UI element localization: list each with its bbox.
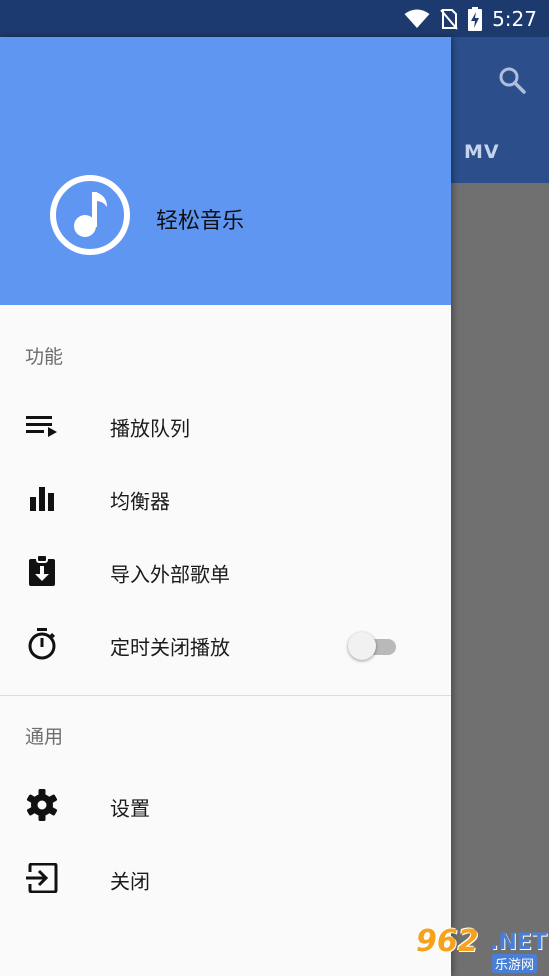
menu-item-label: 设置 (110, 796, 150, 821)
battery-charging-icon (468, 6, 483, 31)
menu-item-label: 定时关闭播放 (110, 635, 230, 660)
search-icon[interactable] (497, 65, 527, 99)
status-time: 5:27 (492, 6, 537, 31)
exit-icon (26, 862, 58, 897)
section-title-general: 通用 (25, 726, 64, 748)
music-note-icon (49, 174, 131, 260)
status-bar: 5:27 (0, 0, 549, 37)
drawer-scrim[interactable] (451, 183, 549, 976)
menu-item-equalizer[interactable]: 均衡器 (0, 468, 451, 532)
no-sim-icon (440, 8, 458, 30)
section-divider (0, 695, 451, 696)
timer-icon (26, 628, 58, 664)
watermark-number: 962 (416, 924, 479, 959)
sleep-timer-toggle[interactable] (346, 631, 400, 661)
toggle-thumb (348, 632, 376, 660)
site-watermark: 962 .NET 乐游网 (408, 924, 547, 973)
background-app-bar: MV (451, 37, 549, 183)
menu-item-sleep-timer[interactable]: 定时关闭播放 (0, 614, 451, 678)
gear-icon (26, 789, 58, 825)
menu-item-settings[interactable]: 设置 (0, 775, 451, 839)
watermark-subtitle: 乐游网 (492, 954, 538, 973)
queue-music-icon (26, 413, 58, 441)
equalizer-icon (26, 485, 58, 515)
menu-item-import-playlist[interactable]: 导入外部歌单 (0, 541, 451, 605)
watermark-suffix: .NET (490, 930, 547, 955)
app-name: 轻松音乐 (156, 209, 245, 234)
section-title-features: 功能 (25, 346, 64, 368)
menu-item-label: 播放队列 (110, 416, 190, 441)
menu-item-label: 均衡器 (110, 489, 170, 514)
import-playlist-icon (26, 554, 58, 591)
navigation-drawer: 轻松音乐 功能 播放队列 均衡器 导入外部歌单 定时关闭播放 通用 设置 关闭 (0, 37, 451, 976)
menu-item-exit[interactable]: 关闭 (0, 848, 451, 912)
tab-mv[interactable]: MV (464, 141, 500, 163)
menu-item-play-queue[interactable]: 播放队列 (0, 395, 451, 459)
menu-item-label: 关闭 (110, 869, 150, 894)
menu-item-label: 导入外部歌单 (110, 562, 230, 587)
drawer-header: 轻松音乐 (0, 37, 451, 305)
wifi-icon (404, 9, 430, 29)
